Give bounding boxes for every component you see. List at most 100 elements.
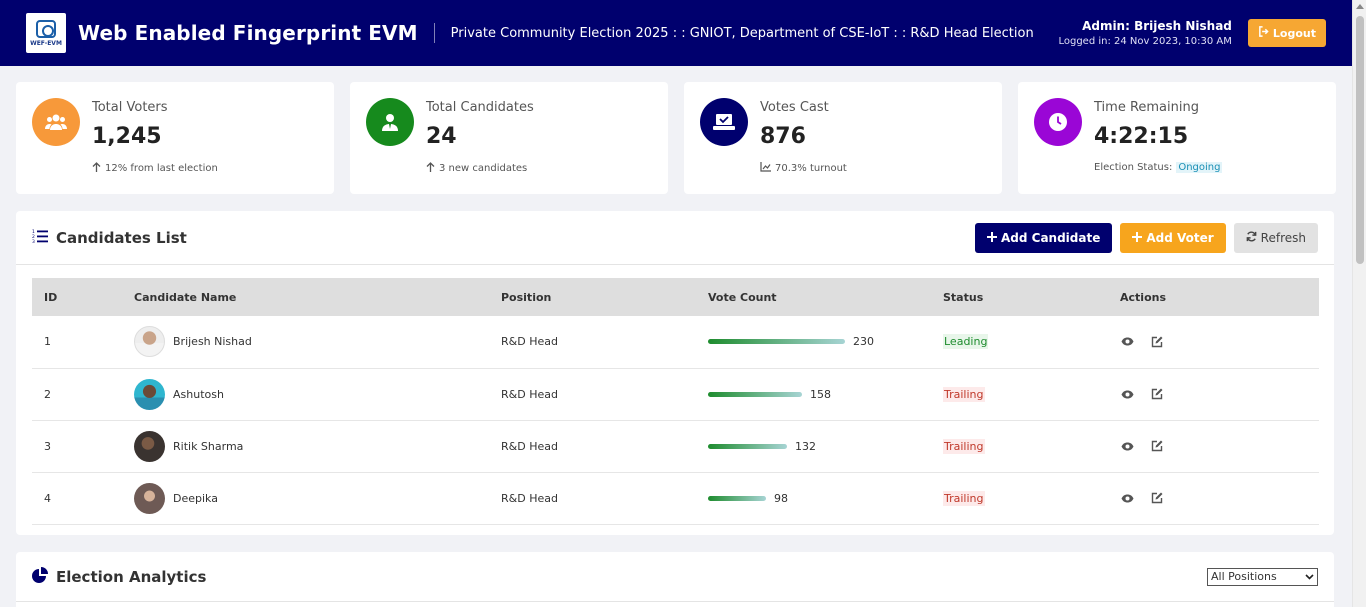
candidate-name-cell: Ritik Sharma [134, 430, 489, 462]
stat-note: 3 new candidates [439, 163, 528, 174]
election-status-badge: Ongoing [1176, 162, 1223, 173]
position-filter-select[interactable]: All Positions [1207, 567, 1318, 586]
add-candidate-button[interactable]: Add Candidate [975, 222, 1113, 253]
clock-icon [1034, 98, 1082, 146]
logo-text: WEF-EVM [30, 39, 62, 47]
column-header[interactable]: Status [931, 278, 1108, 316]
app-title: Web Enabled Fingerprint EVM [78, 21, 418, 45]
position-filter-value: All Positions [1211, 570, 1277, 583]
vote-count: 230 [853, 335, 874, 349]
pie-chart-icon [32, 566, 48, 587]
login-time: Logged in: 24 Nov 2023, 10:30 AM [1058, 36, 1232, 47]
scroll-up-arrow[interactable] [1356, 4, 1364, 9]
candidate-name-cell: Deepika [134, 482, 489, 514]
election-subtitle: Private Community Election 2025 : : GNIO… [450, 25, 1034, 41]
fingerprint-icon [36, 19, 56, 38]
vote-count-cell: 98 [708, 492, 931, 505]
candidate-name: Brijesh Nishad [173, 335, 252, 349]
candidates-table: ID Candidate Name Position Vote Count St… [32, 278, 1319, 525]
edit-icon[interactable] [1150, 335, 1164, 349]
candidate-position: R&D Head [501, 387, 558, 401]
add-voter-button[interactable]: Add Voter [1120, 222, 1226, 253]
candidates-panel: 1 2 3 Candidates List Add Candidate Add Vo… [16, 211, 1334, 535]
app-logo: WEF-EVM [26, 13, 66, 53]
candidate-name-cell: Brijesh Nishad [134, 326, 489, 358]
avatar [134, 482, 165, 514]
candidates-panel-header: 123 Candidates List Add Candidate Add Vo… [16, 211, 1334, 265]
vote-count: 98 [774, 491, 788, 505]
vote-count: 158 [810, 387, 831, 401]
edit-icon[interactable] [1150, 439, 1164, 453]
status-badge: Trailing [943, 490, 985, 506]
eye-icon[interactable] [1120, 491, 1134, 505]
candidate-id: 1 [44, 335, 51, 349]
candidate-name: Ashutosh [173, 387, 224, 401]
stat-note-row: 12% from last election [92, 162, 218, 175]
candidate-id: 4 [44, 491, 51, 505]
eye-icon[interactable] [1120, 387, 1134, 401]
stat-label: Total Voters [92, 100, 168, 115]
admin-name: Admin: Brijesh Nishad [1082, 19, 1232, 33]
stat-card-total-candidates: Total Candidates 24 3 new candidates [350, 82, 668, 194]
app-header: WEF-EVM Web Enabled Fingerprint EVM Priv… [0, 0, 1352, 66]
candidate-id: 2 [44, 387, 51, 401]
candidate-position: R&D Head [501, 491, 558, 505]
stat-note: 12% from last election [105, 163, 218, 174]
vote-bar [708, 443, 787, 449]
candidate-name: Ritik Sharma [173, 439, 244, 453]
scroll-thumb[interactable] [1356, 16, 1364, 264]
panel-title: Election Analytics [56, 567, 207, 586]
users-icon [32, 98, 80, 146]
logout-button[interactable]: Logout [1247, 19, 1326, 47]
row-actions [1120, 439, 1319, 453]
stat-value: 876 [760, 124, 806, 149]
candidate-position: R&D Head [501, 439, 558, 453]
plus-icon [987, 231, 997, 245]
page-scrollbar[interactable] [1352, 0, 1366, 607]
vote-count-cell: 132 [708, 440, 931, 453]
vote-bar [708, 391, 802, 397]
stat-label: Total Candidates [426, 100, 534, 115]
add-candidate-label: Add Candidate [1001, 230, 1101, 245]
svg-text:3: 3 [32, 239, 35, 243]
stat-label: Votes Cast [760, 100, 829, 115]
admin-info: Admin: Brijesh Nishad Logged in: 24 Nov … [1058, 19, 1231, 47]
eye-icon[interactable] [1120, 439, 1134, 453]
stat-card-votes-cast: Votes Cast 876 70.3% turnout [684, 82, 1002, 194]
refresh-button[interactable]: Refresh [1233, 222, 1318, 253]
arrow-up-icon [92, 162, 101, 175]
row-actions [1120, 491, 1319, 505]
analytics-panel: Election Analytics All Positions [16, 552, 1334, 607]
stat-note: 70.3% turnout [775, 163, 847, 174]
edit-icon[interactable] [1150, 387, 1164, 401]
table-row: 4 Deepika R&D Head 98 Trailing [32, 472, 1319, 524]
eye-icon[interactable] [1120, 335, 1134, 349]
column-header[interactable]: Position [489, 278, 696, 316]
table-row: 2 Ashutosh R&D Head 158 Trailing [32, 368, 1319, 420]
refresh-icon [1246, 230, 1257, 245]
chart-line-icon [760, 162, 771, 175]
stat-card-time-remaining: Time Remaining 4:22:15 Election Status: … [1018, 82, 1336, 194]
status-badge: Leading [943, 334, 989, 350]
panel-title: Candidates List [56, 228, 187, 247]
stat-label: Time Remaining [1094, 100, 1199, 115]
header-divider [433, 23, 435, 43]
stat-value: 1,245 [92, 124, 162, 149]
sign-out-icon [1258, 26, 1269, 40]
arrow-up-icon [426, 162, 435, 175]
row-actions [1120, 387, 1319, 401]
column-header[interactable]: ID [32, 278, 122, 316]
candidate-position: R&D Head [501, 335, 558, 349]
edit-icon[interactable] [1150, 491, 1164, 505]
table-row: 1 Brijesh Nishad R&D Head 230 Leading [32, 316, 1319, 368]
avatar [134, 378, 165, 410]
add-voter-label: Add Voter [1146, 230, 1214, 245]
user-tie-icon [366, 98, 414, 146]
column-header[interactable]: Candidate Name [122, 278, 489, 316]
candidate-name: Deepika [173, 491, 218, 505]
column-header[interactable]: Vote Count [696, 278, 931, 316]
plus-icon [1132, 231, 1143, 245]
stat-value: 24 [426, 124, 457, 149]
analytics-panel-header: Election Analytics All Positions [16, 552, 1334, 602]
avatar [134, 326, 165, 358]
